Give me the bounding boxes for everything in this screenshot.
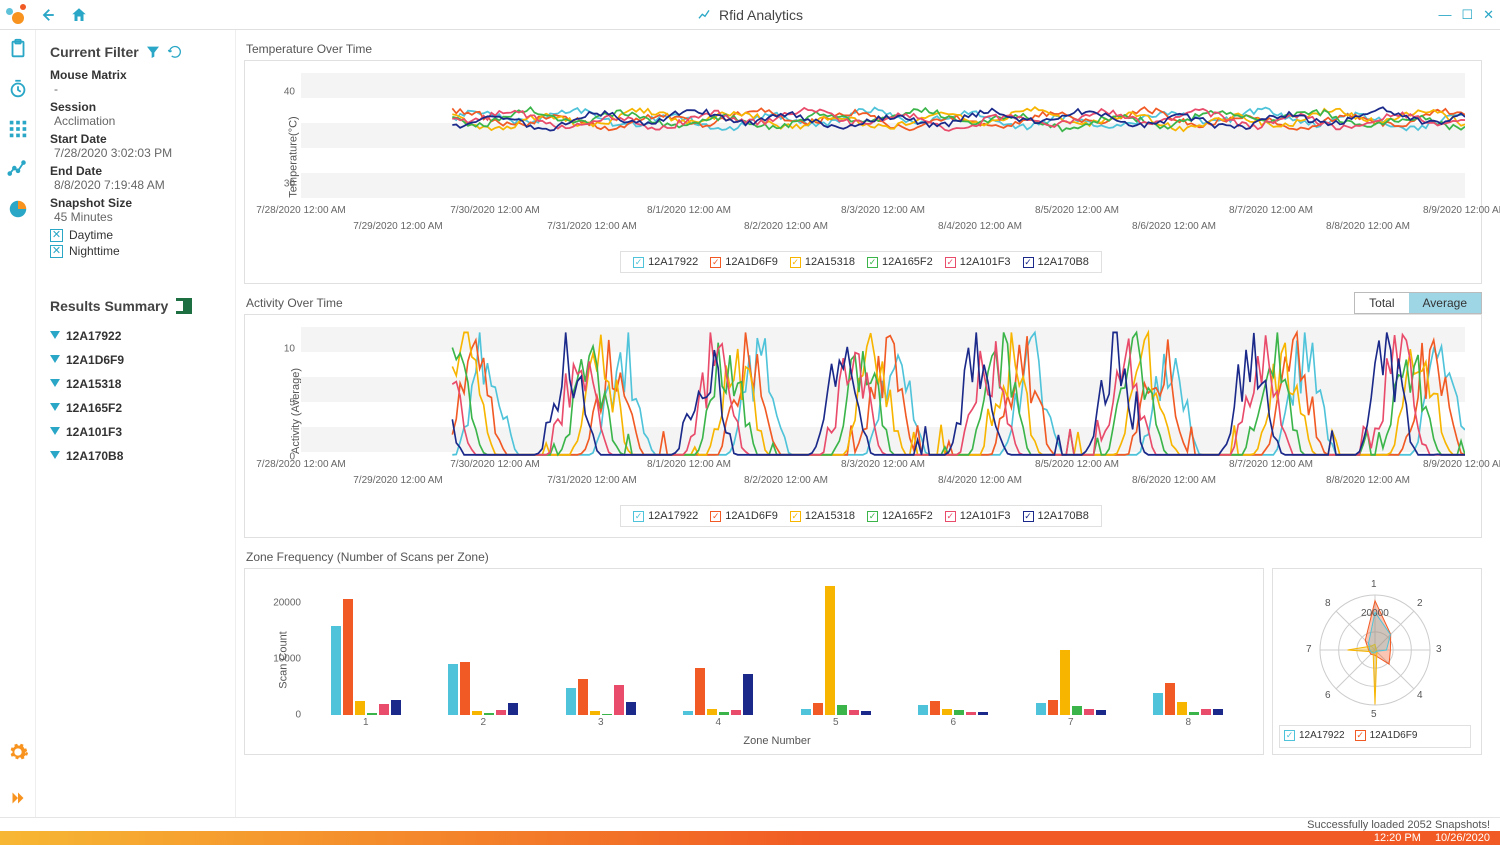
nighttime-checkbox[interactable]: ✕ — [50, 245, 63, 258]
main-content: Temperature Over Time Temperature(°C) 30… — [236, 30, 1500, 817]
zone-bar-chart: Scan Count 01000020000 Zone Number123456… — [244, 568, 1264, 755]
zone-radar-chart: 1234567820000 12A1792212A1D6F9 — [1272, 568, 1482, 755]
settings-button[interactable] — [5, 739, 31, 765]
session-value: Acclimation — [50, 114, 225, 128]
results-item[interactable]: 12A15318 — [50, 372, 225, 396]
footer-bar: 12:20 PM 10/26/2020 — [0, 831, 1500, 845]
temperature-chart-title: Temperature Over Time — [246, 42, 1482, 56]
session-label: Session — [50, 100, 225, 114]
legend-item[interactable]: 12A1D6F9 — [710, 256, 778, 268]
legend-item[interactable]: 12A101F3 — [945, 256, 1011, 268]
nighttime-label: Nighttime — [69, 244, 120, 258]
results-item[interactable]: 12A165F2 — [50, 396, 225, 420]
activity-metric-toggle: Total Average — [1354, 292, 1482, 314]
nav-rail — [0, 30, 36, 817]
analytics-icon — [697, 7, 713, 23]
back-button[interactable] — [34, 2, 60, 28]
legend-item[interactable]: 12A17922 — [633, 510, 698, 522]
end-date-label: End Date — [50, 164, 225, 178]
legend-item[interactable]: 12A1D6F9 — [710, 510, 778, 522]
zone-chart-title: Zone Frequency (Number of Scans per Zone… — [246, 550, 1482, 564]
export-excel-icon[interactable] — [176, 298, 192, 314]
legend-item[interactable]: 12A17922 — [633, 256, 698, 268]
mouse-matrix-label: Mouse Matrix — [50, 68, 225, 82]
results-item[interactable]: 12A17922 — [50, 324, 225, 348]
daytime-label: Daytime — [69, 228, 113, 242]
activity-chart: Activity (Average) 0510 7/28/2020 12:00 … — [244, 314, 1482, 538]
nav-timer-icon[interactable] — [5, 76, 31, 102]
nav-piechart-icon[interactable] — [5, 196, 31, 222]
status-message: Successfully loaded 2052 Snapshots! — [1307, 819, 1490, 831]
results-item[interactable]: 12A1D6F9 — [50, 348, 225, 372]
filter-icon[interactable] — [145, 44, 161, 60]
start-date-label: Start Date — [50, 132, 225, 146]
legend-item[interactable]: 12A15318 — [790, 510, 855, 522]
toggle-total[interactable]: Total — [1355, 293, 1408, 313]
temperature-chart: Temperature(°C) 3040 7/28/2020 12:00 AM7… — [244, 60, 1482, 284]
temperature-legend: 12A17922 12A1D6F9 12A15318 12A165F2 12A101F3… — [620, 251, 1102, 273]
toggle-average[interactable]: Average — [1409, 293, 1481, 313]
legend-item[interactable]: 12A170B8 — [1023, 510, 1089, 522]
activity-chart-title: Activity Over Time — [246, 296, 1482, 310]
app-logo-icon — [6, 4, 28, 26]
legend-item[interactable]: 12A170B8 — [1023, 256, 1089, 268]
expand-rail-button[interactable] — [5, 785, 31, 811]
zone-xlabel: Zone Number — [743, 735, 810, 747]
daytime-checkbox[interactable]: ✕ — [50, 229, 63, 242]
results-item[interactable]: 12A170B8 — [50, 444, 225, 468]
radar-legend: 12A1792212A1D6F9 — [1279, 725, 1471, 748]
sidebar: Current Filter Mouse Matrix- SessionAccl… — [36, 30, 236, 817]
results-summary-heading: Results Summary — [50, 298, 168, 314]
legend-item[interactable]: 12A15318 — [790, 256, 855, 268]
end-date-value: 8/8/2020 7:19:48 AM — [50, 178, 225, 192]
results-item[interactable]: 12A101F3 — [50, 420, 225, 444]
snapshot-size-label: Snapshot Size — [50, 196, 225, 210]
nav-trend-icon[interactable] — [5, 156, 31, 182]
footer-time: 12:20 PM — [1374, 832, 1421, 844]
snapshot-size-value: 45 Minutes — [50, 210, 225, 224]
page-title: Rfid Analytics — [719, 7, 803, 23]
nav-grid-icon[interactable] — [5, 116, 31, 142]
window-minimize-button[interactable]: — — [1438, 7, 1451, 22]
title-bar: Rfid Analytics — ☐ ✕ — [0, 0, 1500, 30]
current-filter-heading: Current Filter — [50, 44, 139, 60]
window-maximize-button[interactable]: ☐ — [1461, 7, 1473, 23]
legend-item[interactable]: 12A165F2 — [867, 256, 933, 268]
results-list: 12A1792212A1D6F912A1531812A165F212A101F3… — [50, 324, 225, 468]
nav-clipboard-icon[interactable] — [5, 36, 31, 62]
refresh-icon[interactable] — [167, 44, 183, 60]
legend-item[interactable]: 12A101F3 — [945, 510, 1011, 522]
activity-legend: 12A17922 12A1D6F9 12A15318 12A165F2 12A101F3… — [620, 505, 1102, 527]
start-date-value: 7/28/2020 3:02:03 PM — [50, 146, 225, 160]
home-button[interactable] — [66, 2, 92, 28]
legend-item[interactable]: 12A165F2 — [867, 510, 933, 522]
footer-date: 10/26/2020 — [1435, 832, 1490, 844]
status-bar: Successfully loaded 2052 Snapshots! — [0, 817, 1500, 831]
window-close-button[interactable]: ✕ — [1483, 7, 1494, 23]
